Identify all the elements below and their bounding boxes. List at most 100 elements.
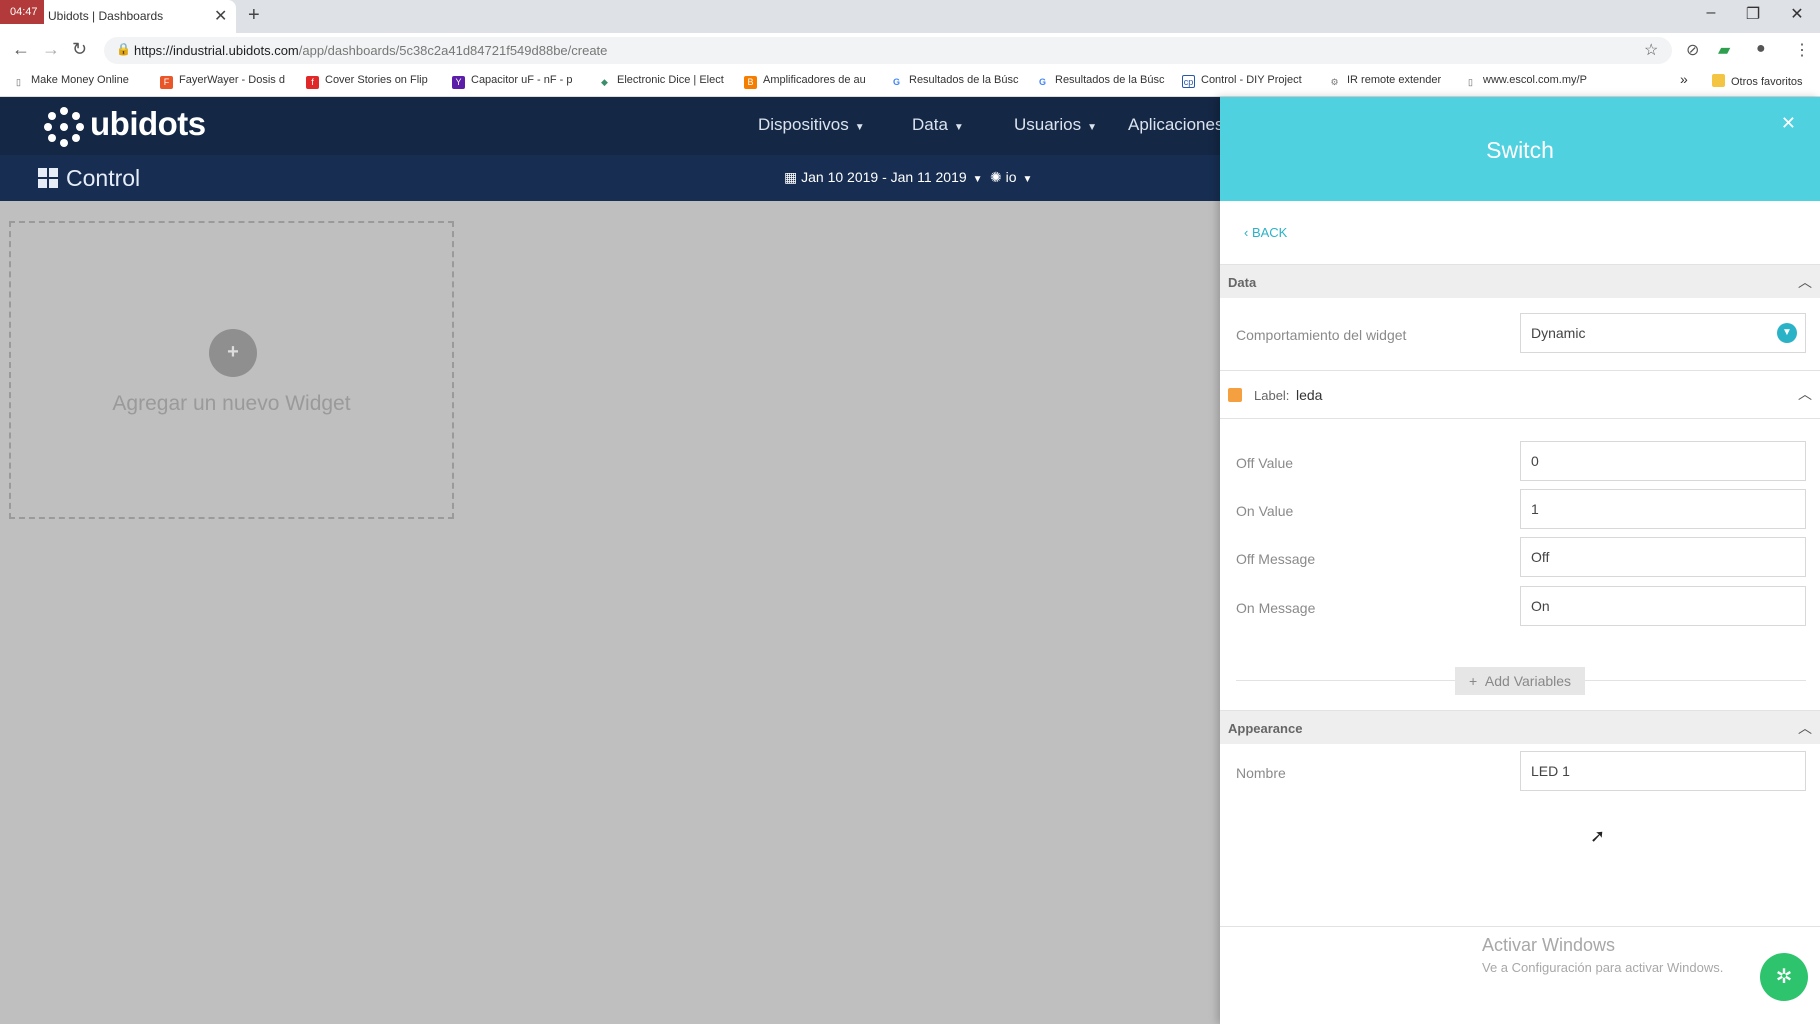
menu-usuarios[interactable]: Usuarios▼ [1014,115,1097,135]
add-widget-label: Agregar un nuevo Widget [11,392,452,416]
bookmark-label: Make Money Online [31,74,129,86]
bookmark-item[interactable]: ▯www.escol.com.my/P [1464,74,1587,89]
add-variables-button[interactable]: + Add Variables [1455,667,1585,695]
add-variables-label: Add Variables [1485,673,1571,689]
browser-tabstrip: Ubidots | Dashboards ✕ 04:47 + – ❐ ✕ [0,0,1820,33]
on-message-label: On Message [1236,600,1315,616]
flipboard-icon: f [306,76,319,89]
menu-aplicaciones[interactable]: Aplicaciones [1128,115,1223,135]
bookmark-item[interactable]: ◆Electronic Dice | Elect [598,74,724,89]
panel-header: Switch ✕ [1220,97,1820,201]
bookmark-label: Resultados de la Búsc [1055,74,1164,86]
bookmark-item[interactable]: ⚙IR remote extender [1328,74,1441,89]
on-value-input[interactable]: 1 [1520,489,1806,529]
section-label: Data [1228,275,1256,290]
caret-down-icon: ▼ [855,122,865,133]
cp-icon: cp [1182,75,1195,88]
recording-timer: 04:47 [0,0,44,24]
context-icon: ✺ [990,169,1006,185]
bookmark-label: Amplificadores de au [763,74,866,86]
divider [1220,926,1820,927]
data-section-header[interactable]: Data ︿ [1220,264,1820,298]
label-color-swatch[interactable] [1228,388,1242,402]
watermark-line1: Activar Windows [1482,935,1723,956]
reload-icon[interactable]: ↻ [72,39,87,60]
bookmark-item[interactable]: B Amplificadores de au [744,74,866,89]
blogger-icon: B [744,76,757,89]
bookmark-label: Electronic Dice | Elect [617,74,724,86]
restore-icon[interactable]: ❐ [1738,4,1768,24]
forward-arrow-icon[interactable]: → [42,39,60,60]
tab-close-icon[interactable]: ✕ [214,6,227,26]
spinner-icon[interactable]: ✲ [1760,953,1808,1001]
dashboard-grid-icon [38,168,58,188]
window-close-icon[interactable]: ✕ [1782,4,1812,24]
profile-avatar-icon[interactable]: ● [1756,40,1766,58]
block-extension-icon[interactable]: ⊘ [1686,40,1699,60]
logo-text[interactable]: ubidots [90,105,206,143]
add-widget-placeholder[interactable]: + Agregar un nuevo Widget [9,221,454,519]
back-label: BACK [1252,225,1287,240]
google-icon: G [1036,76,1049,89]
name-text: LED 1 [1531,763,1570,779]
add-widget-plus-icon[interactable]: + [209,329,257,377]
yahoo-icon: Y [452,76,465,89]
widget-behavior-label: Comportamiento del widget [1236,327,1406,343]
new-tab-icon[interactable]: + [248,4,260,27]
panel-title: Switch [1220,137,1820,164]
bookmark-item[interactable]: Y Capacitor uF - nF - p [452,74,572,89]
menu-dispositivos[interactable]: Dispositivos ▼ [758,115,865,135]
context-text: io [1006,169,1017,185]
bookmark-item[interactable]: cp Control - DIY Project [1182,74,1302,88]
on-value-label: On Value [1236,503,1293,519]
bookmark-label: www.escol.com.my/P [1483,74,1587,86]
dashboard-title[interactable]: Control [38,165,140,192]
on-message-input[interactable]: On [1520,586,1806,626]
url-host: https://industrial.ubidots.com [134,43,299,58]
other-bookmarks-folder[interactable]: Otros favoritos [1712,74,1803,88]
bookmark-label: Capacitor uF - nF - p [471,74,572,86]
menu-label: Dispositivos [758,115,849,134]
bookmark-item[interactable]: GResultados de la Búsc [890,74,1018,89]
cast-extension-icon[interactable]: ▰ [1718,40,1730,60]
off-value-input[interactable]: 0 [1520,441,1806,481]
browser-menu-icon[interactable]: ⋮ [1794,40,1810,60]
off-message-input[interactable]: Off [1520,537,1806,577]
menu-label: Aplicaciones [1128,115,1223,134]
caret-down-icon: ▼ [973,174,983,185]
star-icon[interactable]: ☆ [1644,40,1658,60]
widget-behavior-select[interactable]: Dynamic ▼ [1520,313,1806,353]
widget-config-panel: Switch ✕ ‹ BACK Data ︿ Comportamiento de… [1220,97,1820,1024]
bookmark-item[interactable]: FFayerWayer - Dosis d [160,74,285,89]
other-bookmarks-label: Otros favoritos [1731,76,1803,88]
bookmark-label: Resultados de la Búsc [909,74,1018,86]
chevron-down-icon: ▼ [1777,323,1797,343]
address-bar[interactable]: 🔒 https://industrial.ubidots.com/app/das… [104,37,1672,64]
bookmark-item[interactable]: f Cover Stories on Flip [306,74,428,89]
browser-toolbar: ← → ↻ 🔒 https://industrial.ubidots.com/a… [0,33,1820,66]
name-label: Nombre [1236,765,1286,781]
back-arrow-icon[interactable]: ← [12,39,30,60]
minimize-icon[interactable]: – [1696,4,1726,22]
context-selector[interactable]: ✺ io▼ [990,169,1032,186]
label-chevron-up-icon[interactable]: ︿ [1798,384,1812,404]
on-value-text: 1 [1531,501,1539,517]
appearance-section-header[interactable]: Appearance ︿ [1220,710,1820,744]
bookmark-item[interactable]: ▯ Make Money Online [12,74,129,89]
plus-icon: + [1469,673,1485,689]
bookmark-label: Control - DIY Project [1201,74,1302,86]
off-value-label: Off Value [1236,455,1293,471]
bookmark-label: Cover Stories on Flip [325,74,428,86]
page-icon: ▯ [12,76,25,89]
bookmarks-bar: ▯ Make Money Online FFayerWayer - Dosis d… [0,66,1820,97]
bookmark-item[interactable]: G Resultados de la Búsc [1036,74,1164,89]
on-message-text: On [1531,598,1550,614]
date-range-picker[interactable]: ▦ Jan 10 2019 - Jan 11 2019▼ [784,169,983,186]
panel-close-icon[interactable]: ✕ [1781,113,1796,134]
menu-data[interactable]: Data▼ [912,115,964,135]
date-range-text: Jan 10 2019 - Jan 11 2019 [801,169,967,185]
more-bookmarks-button[interactable]: » [1680,71,1688,87]
back-link[interactable]: ‹ BACK [1244,225,1287,240]
off-message-text: Off [1531,549,1549,565]
name-input[interactable]: LED 1 [1520,751,1806,791]
